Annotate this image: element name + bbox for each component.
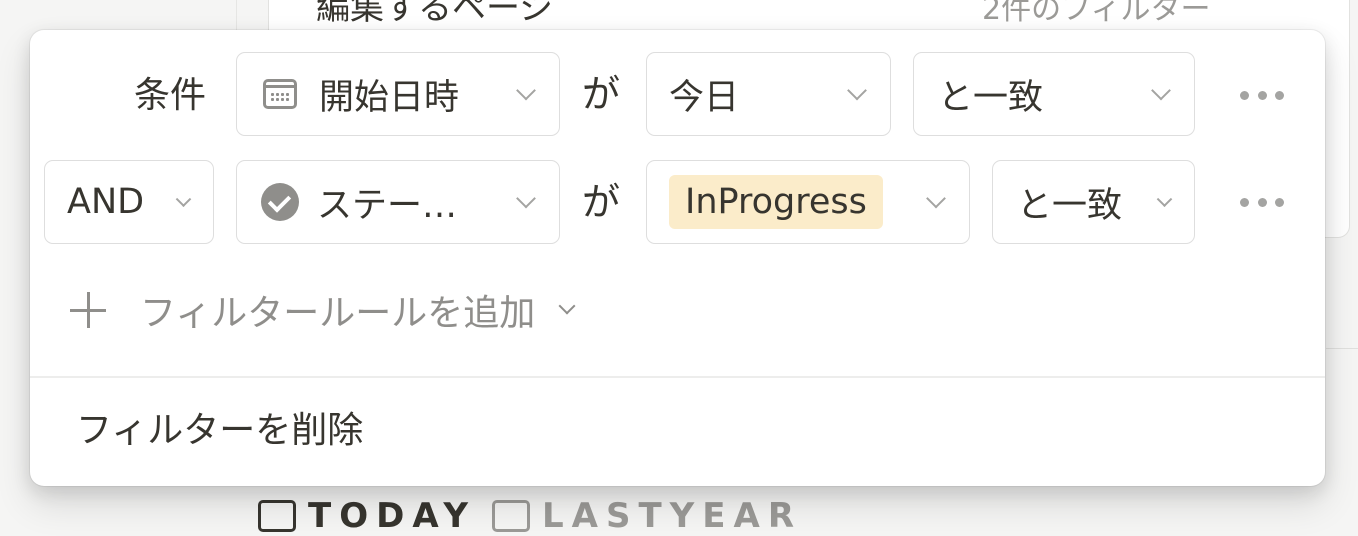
rule-1-more-button[interactable] — [1240, 75, 1284, 115]
chevron-down-icon — [926, 188, 946, 209]
more-dot — [1240, 90, 1249, 100]
background-tabs: TODAY LASTYEAR — [258, 496, 802, 536]
rule-2-value-select[interactable]: InProgress — [646, 160, 970, 244]
add-filter-rule-button[interactable]: フィルタールールを追加 — [70, 290, 576, 334]
more-dot — [1257, 90, 1267, 100]
status-icon — [261, 183, 299, 221]
rule-1-connector: が — [582, 72, 621, 116]
chevron-down-icon — [175, 191, 192, 208]
rule-1-property-select[interactable]: 開始日時 — [236, 52, 560, 136]
rule-2-connector: が — [582, 180, 621, 224]
rule-2-conjunction-select[interactable]: AND — [44, 160, 214, 244]
background-filter-count[interactable]: 2件のフィルター — [982, 0, 1211, 28]
calendar-icon — [492, 500, 530, 532]
tab-lastyear-label: LASTYEAR — [542, 496, 802, 536]
rule-1-value-label: 今日 — [669, 77, 740, 118]
rule-2-property-label: ステー… — [317, 185, 458, 226]
calendar-icon — [263, 79, 297, 109]
rule-1-property-label: 開始日時 — [319, 77, 460, 118]
chevron-down-icon — [1151, 80, 1171, 101]
rule-1-operator-select[interactable]: と一致 — [913, 52, 1195, 136]
more-dot — [1240, 197, 1249, 207]
background-divider-right — [1326, 348, 1358, 349]
more-dot — [1257, 197, 1267, 207]
tab-lastyear[interactable]: LASTYEAR — [492, 496, 802, 536]
rule-1-value-select[interactable]: 今日 — [646, 52, 891, 136]
chevron-down-icon — [1156, 191, 1173, 208]
rule-1-operator-label: と一致 — [938, 77, 1044, 118]
add-filter-rule-label: フィルタールールを追加 — [140, 293, 536, 334]
tab-today[interactable]: TODAY — [258, 496, 476, 536]
chevron-down-icon — [516, 80, 536, 101]
rule-2-property-select[interactable]: ステー… — [236, 160, 560, 244]
more-dot — [1275, 90, 1284, 100]
delete-filter-button[interactable]: フィルターを削除 — [76, 411, 363, 451]
tab-today-label: TODAY — [308, 496, 476, 536]
chevron-down-icon — [847, 80, 867, 101]
rule-2-conjunction-label: AND — [67, 182, 145, 222]
rule-1-prefix: 条件 — [133, 75, 206, 116]
rule-2-more-button[interactable] — [1240, 182, 1284, 222]
status-badge: InProgress — [669, 175, 883, 229]
chevron-down-icon — [516, 188, 536, 209]
plus-icon — [70, 292, 106, 328]
chevron-down-icon — [558, 297, 576, 315]
calendar-icon — [258, 500, 296, 532]
rule-2-operator-select[interactable]: と一致 — [992, 160, 1195, 244]
popup-divider — [30, 376, 1325, 378]
more-dot — [1275, 197, 1284, 207]
rule-2-operator-label: と一致 — [1017, 185, 1123, 226]
background-panel-title: 編集するページ — [316, 0, 554, 28]
